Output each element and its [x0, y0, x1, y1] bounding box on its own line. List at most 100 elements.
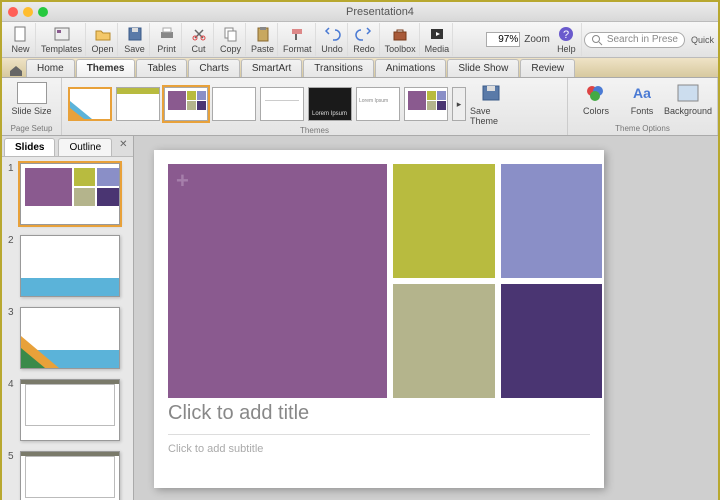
redo-button[interactable]: Redo	[350, 23, 380, 56]
help-icon: ?	[557, 25, 575, 43]
new-doc-icon	[12, 25, 30, 43]
search-icon	[591, 34, 603, 46]
grid-box-olive[interactable]	[393, 164, 494, 278]
cut-label: Cut	[192, 44, 206, 54]
media-button[interactable]: Media	[422, 23, 454, 56]
slide-thumb-5[interactable]	[20, 451, 120, 500]
group-page-setup: Slide Size Page Setup	[2, 78, 62, 135]
open-label: Open	[92, 44, 114, 54]
ribbon-panel: Slide Size Page Setup Lorem Ipsum Lorem …	[2, 78, 718, 136]
grid-box-darkpurple[interactable]	[501, 284, 602, 398]
templates-button[interactable]: Templates	[38, 23, 86, 56]
slide-thumb-2[interactable]	[20, 235, 120, 297]
undo-icon	[323, 25, 341, 43]
slide-panel-tabs: Slides Outline ✕	[2, 136, 133, 157]
paste-button[interactable]: Paste	[248, 23, 278, 56]
tab-charts[interactable]: Charts	[188, 59, 239, 77]
grid-box-purple[interactable]	[168, 164, 387, 398]
grid-box-khaki[interactable]	[393, 284, 494, 398]
undo-label: Undo	[321, 44, 343, 54]
close-window-button[interactable]	[8, 7, 18, 17]
paste-label: Paste	[251, 44, 274, 54]
new-button[interactable]: New	[6, 23, 36, 56]
format-brush-icon	[288, 25, 306, 43]
help-label: Help	[557, 44, 576, 54]
colors-icon	[584, 83, 608, 103]
redo-label: Redo	[353, 44, 375, 54]
copy-button[interactable]: Copy	[216, 23, 246, 56]
background-button[interactable]: Background	[666, 82, 710, 116]
minimize-window-button[interactable]	[23, 7, 33, 17]
print-button[interactable]: Print	[152, 23, 182, 56]
page-setup-group-label: Page Setup	[8, 124, 55, 133]
help-button[interactable]: ?Help	[552, 23, 582, 56]
thumb-row: 4	[8, 379, 127, 441]
tab-outline[interactable]: Outline	[58, 138, 112, 156]
tab-home[interactable]: Home	[26, 59, 75, 77]
save-theme-icon	[480, 83, 504, 103]
save-button[interactable]: Save	[120, 23, 150, 56]
thumb-row: 3	[8, 307, 127, 369]
theme-thumb-1[interactable]	[68, 87, 112, 121]
undo-button[interactable]: Undo	[318, 23, 348, 56]
cut-button[interactable]: Cut	[184, 23, 214, 56]
slide-panel: Slides Outline ✕ 1 2 3 4 5	[2, 136, 134, 500]
thumb-number: 4	[8, 379, 16, 441]
grid-box-lavender[interactable]	[501, 164, 602, 278]
tab-smartart[interactable]: SmartArt	[241, 59, 302, 77]
tab-slideshow[interactable]: Slide Show	[447, 59, 519, 77]
theme-thumb-8[interactable]	[404, 87, 448, 121]
thumb-number: 3	[8, 307, 16, 369]
tab-slides[interactable]: Slides	[4, 138, 55, 156]
home-icon	[8, 63, 24, 77]
print-icon	[158, 25, 176, 43]
zoom-input[interactable]	[486, 32, 520, 47]
theme-thumb-3[interactable]	[164, 87, 208, 121]
slide-size-button[interactable]: Slide Size	[8, 82, 55, 116]
quick-label: Quick	[691, 35, 714, 45]
save-icon	[126, 25, 144, 43]
thumb-number: 5	[8, 451, 16, 500]
fonts-button[interactable]: Aa Fonts	[620, 82, 664, 116]
format-button[interactable]: Format	[280, 23, 316, 56]
background-icon	[676, 83, 700, 103]
copy-icon	[222, 25, 240, 43]
slide-thumb-4[interactable]	[20, 379, 120, 441]
thumb-number: 2	[8, 235, 16, 297]
theme-thumb-4[interactable]	[212, 87, 256, 121]
thumb-row: 2	[8, 235, 127, 297]
open-button[interactable]: Open	[88, 23, 118, 56]
slide-canvas-area[interactable]: Click to add title Click to add subtitle	[134, 136, 718, 500]
close-panel-icon[interactable]: ✕	[113, 136, 133, 156]
tab-animations[interactable]: Animations	[375, 59, 446, 77]
slide-thumb-1[interactable]	[20, 163, 120, 225]
tab-transitions[interactable]: Transitions	[303, 59, 374, 77]
theme-thumb-6[interactable]: Lorem Ipsum	[308, 87, 352, 121]
toolbox-button[interactable]: Toolbox	[382, 23, 420, 56]
save-theme-label: Save Theme	[470, 106, 514, 126]
colors-label: Colors	[583, 106, 609, 116]
tab-tables[interactable]: Tables	[136, 59, 187, 77]
theme-thumb-5[interactable]	[260, 87, 304, 121]
window-titlebar: Presentation4	[2, 2, 718, 22]
tab-themes[interactable]: Themes	[76, 59, 136, 77]
theme-thumb-7[interactable]: Lorem Ipsum	[356, 87, 400, 121]
background-label: Background	[664, 106, 712, 116]
print-label: Print	[157, 44, 176, 54]
title-placeholder[interactable]: Click to add title	[168, 402, 590, 425]
themes-group-label: Themes	[68, 126, 561, 135]
search-placeholder: Search in Prese	[607, 34, 678, 45]
save-theme-button[interactable]: Save Theme	[470, 82, 514, 126]
theme-thumb-2[interactable]	[116, 87, 160, 121]
thumb-row: 1	[8, 163, 127, 225]
slide-thumb-3[interactable]	[20, 307, 120, 369]
current-slide[interactable]: Click to add title Click to add subtitle	[154, 150, 604, 488]
traffic-lights	[8, 7, 48, 17]
zoom-window-button[interactable]	[38, 7, 48, 17]
theme-gallery-nav[interactable]: ▸	[452, 87, 466, 121]
colors-button[interactable]: Colors	[574, 82, 618, 116]
subtitle-placeholder[interactable]: Click to add subtitle	[168, 434, 590, 455]
search-box[interactable]: Search in Prese	[584, 32, 685, 48]
zoom-control: Zoom	[486, 32, 550, 47]
tab-review[interactable]: Review	[520, 59, 575, 77]
